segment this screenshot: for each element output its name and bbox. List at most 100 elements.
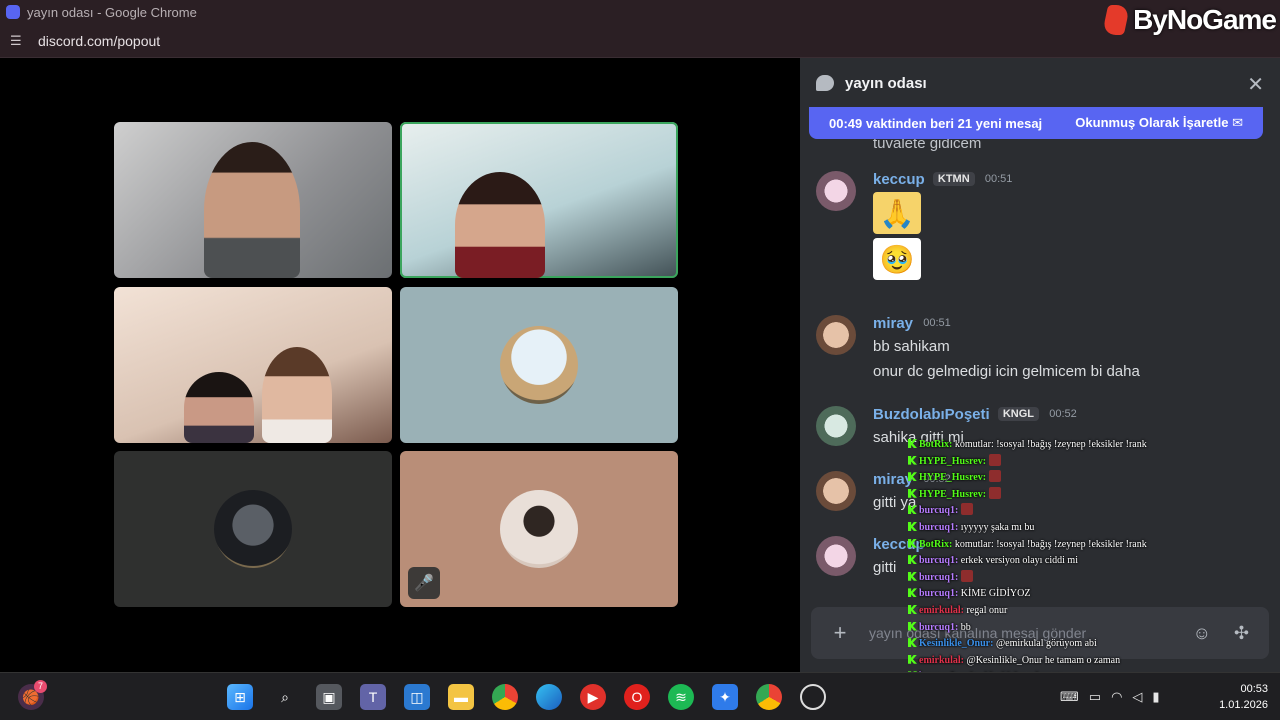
muted-mic-icon: 🎤 (408, 567, 440, 599)
discord-icon (6, 5, 20, 19)
video-tile-participant-5[interactable] (114, 451, 392, 607)
video-tile-participant-1[interactable] (114, 122, 392, 278)
video-tile-participant-3[interactable] (114, 287, 392, 443)
overlay-username: emirkulal: (919, 604, 964, 616)
kick-badge-icon (908, 488, 917, 498)
channel-title: yayın odası (845, 74, 927, 92)
author-name[interactable]: miray (873, 315, 913, 332)
timestamp: 00:52 (1049, 408, 1077, 420)
overlay-message: @emirkulal görüyom abi (995, 638, 1097, 650)
kick-badge-icon (908, 538, 917, 548)
opera-icon[interactable]: O (624, 684, 650, 710)
obs-icon[interactable] (800, 684, 826, 710)
keyboard-icon[interactable]: ⌨ (1060, 689, 1089, 704)
search-icon[interactable]: ⌕ (272, 684, 298, 710)
address-bar[interactable]: ☰ discord.com/popout (0, 24, 1280, 58)
media-player-icon[interactable]: ▶ (580, 684, 606, 710)
apps-icon[interactable]: ✣ (1234, 623, 1249, 644)
overlay-username: BotRix: (919, 439, 953, 450)
avatar[interactable] (816, 171, 856, 211)
video-stage: 🎤 (0, 58, 800, 672)
system-tray[interactable]: ⌨▭◠◁▮ (1060, 689, 1170, 705)
new-messages-bar[interactable]: 00:49 vaktinden beri 21 yeni mesaj Okunm… (809, 107, 1263, 139)
emote-icon (988, 453, 1001, 466)
clock[interactable]: 00:53 1.01.2026 (1219, 681, 1268, 713)
windows-start-icon[interactable]: ⊞ (227, 684, 253, 710)
author-name[interactable]: BuzdolabıPoşeti (873, 406, 990, 423)
overlay-chat-row: burcuq1: (908, 503, 1208, 520)
taskbar: 🏀 ⊞ ⌕ ▣ T ◫ ▬ ▶ O ≋ ✦ ⌨▭◠◁▮ 00:53 1.01.2… (0, 672, 1280, 720)
overlay-chat-row: BotRix: komutlar: !sosyal !bağış !zeynep… (908, 437, 1208, 454)
avatar[interactable] (816, 315, 856, 355)
wifi-icon[interactable]: ◠ (1111, 689, 1132, 704)
panel-header: yayın odası ✕ (800, 58, 1280, 108)
file-explorer-icon[interactable]: ▬ (448, 684, 474, 710)
overlay-username: burcuq1: (919, 571, 959, 583)
new-messages-text: 00:49 vaktinden beri 21 yeni mesaj (829, 115, 1043, 131)
video-tile-participant-6[interactable]: 🎤 (400, 451, 678, 607)
timestamp: 00:51 (923, 317, 951, 329)
overlay-message: komutlar: !sosyal !bağış !zeynep !eksikl… (954, 439, 1147, 450)
overlay-username: burcuq1: (919, 505, 959, 517)
edge-icon[interactable] (536, 684, 562, 710)
overlay-username: emirkulal: (919, 654, 964, 666)
store-icon[interactable]: ◫ (404, 684, 430, 710)
overlay-username: burcuq1: (919, 621, 959, 633)
volume-icon[interactable]: ◁ (1132, 689, 1152, 704)
overlay-chat-row: burcuq1: ıyyyyy şaka mı bu (908, 520, 1208, 537)
avatar[interactable] (816, 406, 856, 446)
overlay-message: bb (960, 621, 971, 633)
notification-badge: 7 (34, 680, 47, 693)
emote-icon (988, 486, 1001, 499)
overlay-chat-row: HYPE_Husrev: (908, 470, 1208, 487)
participant-video (184, 372, 254, 443)
user-tag: KNGL (997, 407, 1040, 421)
user-tag: KTMN (932, 172, 975, 186)
kick-badge-icon (908, 521, 917, 531)
close-icon[interactable]: ✕ (1247, 72, 1264, 97)
participant-video (204, 142, 300, 278)
kick-badge-icon (908, 604, 917, 614)
brand-logo-icon (1101, 5, 1131, 35)
app-icon[interactable]: ✦ (712, 684, 738, 710)
participant-video (262, 347, 332, 443)
overlay-username: HYPE_Husrev: (919, 488, 987, 500)
clock-time: 00:53 (1240, 683, 1268, 695)
emote-icon (960, 503, 973, 516)
kick-badge-icon (908, 505, 917, 515)
avatar[interactable] (816, 471, 856, 511)
battery-icon[interactable]: ▮ (1152, 689, 1169, 704)
overlay-chat-row: emirkulal: regal onur (908, 603, 1208, 620)
video-tile-participant-2[interactable] (400, 122, 678, 278)
spotify-icon[interactable]: ≋ (668, 684, 694, 710)
brand-watermark: ByNoGame (1101, 2, 1277, 38)
overlay-chat-row: burcuq1: KİME GİDİYOZ (908, 586, 1208, 603)
emoji-tearful: 🥹 (873, 238, 921, 280)
overlay-chat-row: burcuq1: bb (908, 620, 1208, 637)
overlay-message: ıyyyyy şaka mı bu (960, 521, 1035, 533)
author-name[interactable]: keccup (873, 171, 925, 188)
kick-badge-icon (908, 571, 917, 581)
message-item: miray 00:51 bb sahikam onur dc gelmedigi… (816, 315, 1256, 382)
video-tile-participant-4[interactable] (400, 287, 678, 443)
participant-avatar (500, 326, 578, 404)
add-attachment-icon[interactable]: + (811, 620, 869, 646)
avatar[interactable] (816, 536, 856, 576)
emote-icon (988, 470, 1001, 483)
mark-read-button[interactable]: Okunmuş Olarak İşaretle ✉ (1075, 115, 1243, 131)
participant-avatar (500, 490, 578, 568)
site-settings-icon[interactable]: ☰ (10, 33, 26, 49)
overlay-username: HYPE_Husrev: (919, 455, 987, 467)
message-item: keccup KTMN 00:51 🙏 🥹 (816, 171, 1256, 280)
overlay-message: @Kesinlikle_Onur he tamam o zaman (966, 654, 1121, 666)
teams-icon[interactable]: T (360, 684, 386, 710)
emote-icon (960, 569, 973, 582)
message-text: tuvalete gidicem (873, 139, 982, 152)
chrome-icon[interactable] (492, 684, 518, 710)
chrome-active-icon[interactable] (756, 684, 782, 710)
task-view-icon[interactable]: ▣ (316, 684, 342, 710)
kick-badge-icon (908, 472, 917, 482)
display-icon[interactable]: ▭ (1089, 689, 1111, 704)
url-text[interactable]: discord.com/popout (38, 33, 160, 49)
overlay-username: BotRix: (919, 538, 953, 550)
